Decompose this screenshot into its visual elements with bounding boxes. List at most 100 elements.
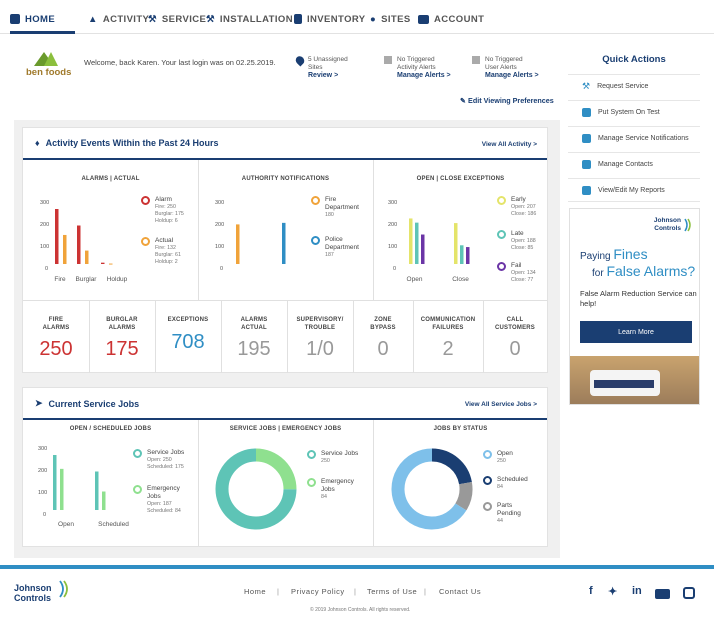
view-all-service-jobs-link[interactable]: View All Service Jobs > [465,401,537,408]
footer-privacy-link[interactable]: Privacy Policy [291,587,345,596]
stat-zone-bypass[interactable]: ZONE BYPASS 0 [353,301,413,371]
report-icon [582,185,591,195]
alert-activity: No Triggered Activity Alerts Manage Aler… [397,56,451,80]
late-bar [460,245,464,264]
authority-bars [236,222,286,264]
legend-detail: Open: 207 [511,204,536,210]
x-tick: Holdup [106,276,128,283]
legend-label: Department [325,244,359,251]
linkedin-icon[interactable]: in [632,585,642,597]
alarm-bar [77,225,81,264]
open-close-heading: OPEN | CLOSE EXCEPTIONS [416,176,505,182]
stat-label: CUSTOMERS [494,324,536,331]
emergency-jobs-slice [255,448,297,490]
alarm-legend-marker [141,196,150,205]
false-alarm-ad[interactable]: Johnson Controls Paying Fines for False … [569,208,700,405]
stat-label: EXCEPTIONS [167,317,209,323]
qa-manage-contacts[interactable]: Manage Contacts [568,152,700,176]
stats-row: FIRE ALARMS 250 BURGLAR ALARMS 175 EXCEPTI… [23,301,547,373]
qa-reports[interactable]: View/Edit My Reports [568,178,700,202]
y-tick: 300 [215,200,225,206]
stat-label: COMMUNICATION [420,317,476,323]
by-status-heading: JOBS BY STATUS [433,426,488,432]
fail-bar [466,247,470,264]
view-all-activity-link[interactable]: View All Activity > [482,141,537,148]
nav-sites[interactable]: ● SITES [370,11,411,27]
footer-terms-link[interactable]: Terms of Use [367,587,417,596]
nav-service[interactable]: ⚒ SERVICE [148,11,206,27]
nav-account[interactable]: ACCOUNT [418,11,484,27]
emergency-jobs-bar [60,468,64,510]
copyright: © 2019 Johnson Controls. All rights rese… [310,607,411,613]
parts-pending-slice [455,481,473,511]
stat-supervisory-trouble[interactable]: SUPERVISORY/TROUBLE 1/0 [287,301,353,371]
wrench-icon: ⚒ [148,13,157,25]
qa-service-notifications[interactable]: Manage Service Notifications [568,126,700,150]
edit-preferences-link[interactable]: ✎ Edit Viewing Preferences [460,96,554,105]
nav-installation[interactable]: ⚒ INSTALLATION [206,11,293,27]
ad-headline-text: Paying [580,251,611,262]
open-close-bars [409,218,470,264]
nav-inventory[interactable]: INVENTORY [294,11,366,27]
qa-request-service[interactable]: ⚒ Request Service [568,74,700,98]
ad-headline-emphasis: False Alarms? [606,263,696,279]
nav-activity[interactable]: ▲ ACTIVITY [88,11,149,27]
youtube-icon[interactable] [655,589,670,599]
service-emergency-donut [215,448,297,530]
open-status-legend-marker [483,450,492,459]
legend-detail: 180 [325,212,334,218]
footer-separator: | [424,587,427,596]
x-tick: Close [452,276,469,283]
facebook-icon[interactable]: f [589,585,593,597]
stat-fire-alarms[interactable]: FIRE ALARMS 250 [23,301,89,371]
legend-detail: Open: 188 [511,238,536,244]
stat-communication-failures[interactable]: COMMUNICATION FAILURES 2 [413,301,483,371]
authority-heading: AUTHORITY NOTIFICATIONS [241,176,330,182]
nav-installation-label: INSTALLATION [219,13,293,25]
legend-detail: Close: 186 [511,211,537,217]
learn-more-button[interactable]: Learn More [580,321,692,343]
service-jobs-bar [95,471,99,510]
alarms-actual-bars [55,209,113,265]
fail-bar [421,234,425,264]
manage-user-alerts-link[interactable]: Manage Alerts > [485,72,539,79]
footer-contact-link[interactable]: Contact Us [439,587,481,596]
emergency-jobs-bar [102,491,106,510]
alert-line2: Activity Alerts [397,64,436,71]
footer-home-link[interactable]: Home [244,587,266,596]
quick-actions-title: Quick Actions [602,54,666,65]
twitter-icon[interactable]: ✦ [608,585,617,598]
service-jobs-bar [53,455,57,510]
instagram-icon[interactable] [683,587,695,599]
alarm-bar [101,262,105,264]
stat-burglar-alarms[interactable]: BURGLAR ALARMS 175 [89,301,155,371]
alarms-actual-heading: ALARMS | ACTUAL [81,176,140,182]
legend-detail: 84 [497,484,503,490]
legend-label: Jobs [321,486,335,493]
actual-bar [85,250,89,264]
stat-alarms-actual[interactable]: ALARMS ACTUAL 195 [221,301,287,371]
y-tick: 100 [40,244,50,250]
stat-exceptions[interactable]: EXCEPTIONS 708 [155,301,221,371]
legend-detail: Open: 250 [147,457,172,463]
stat-label: ALARMS [240,317,268,323]
nav-sites-label: SITES [381,13,411,25]
brand-line: Johnson [14,583,52,593]
service-card: ➤ Current Service Jobs View All Service … [22,387,548,547]
legend-detail: Open: 134 [511,270,536,276]
jc-logo-icon [684,218,691,232]
service-jobs-legend: Service Jobs Open: 250 Scheduled: 175 [147,449,184,471]
by-status-donut [391,448,473,530]
map-pin-icon [293,54,307,67]
y-tick: 200 [215,222,225,228]
stat-call-customers[interactable]: CALL CUSTOMERS 0 [483,301,547,371]
nav-home[interactable]: HOME [10,11,55,27]
review-link[interactable]: Review > [308,72,338,79]
qa-system-test[interactable]: Put System On Test [568,100,700,124]
manage-activity-alerts-link[interactable]: Manage Alerts > [397,72,451,79]
late-bar [415,222,419,264]
emergency-donut-legend-marker [307,478,316,487]
alert-user: No Triggered User Alerts Manage Alerts > [485,56,539,80]
car-stripe [594,380,654,388]
clipboard-icon [294,14,302,24]
